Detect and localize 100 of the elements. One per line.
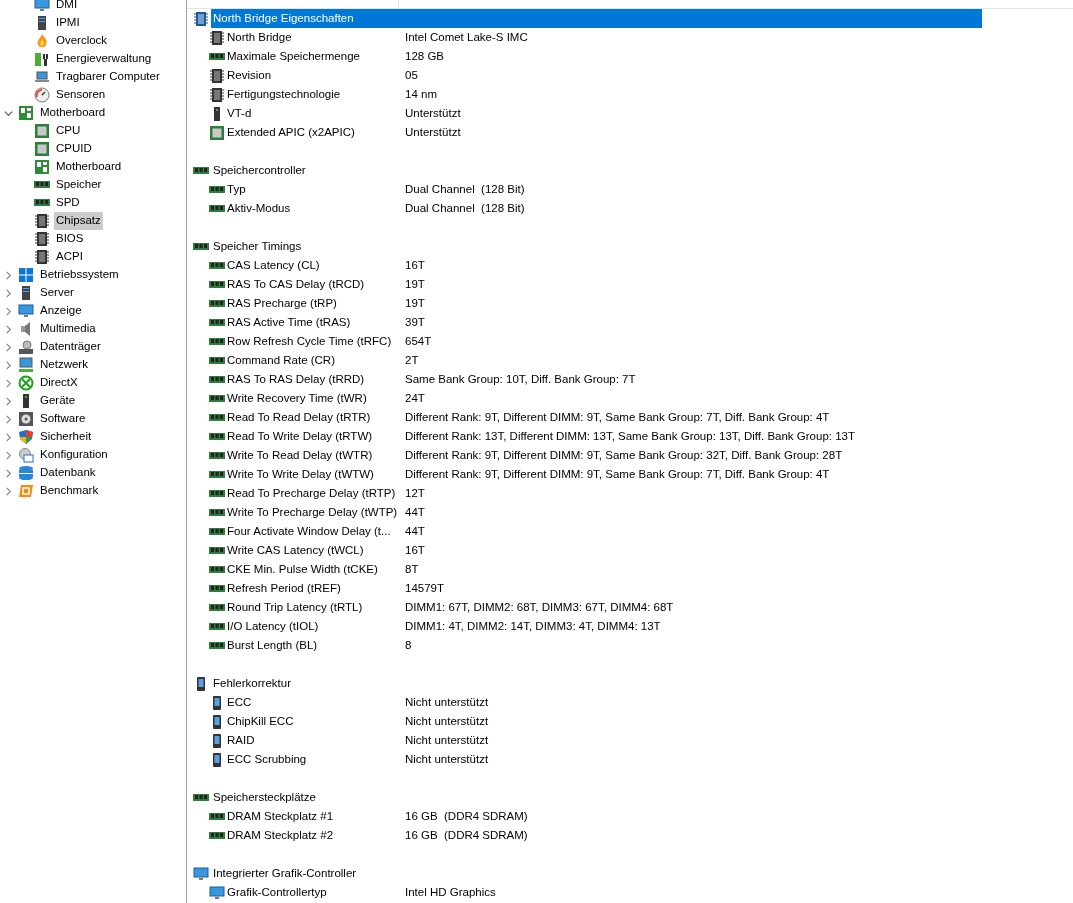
tree-item[interactable]: DMI [54,0,80,14]
property-value: Different Rank: 9T, Different DIMM: 9T, Same Bank Group: 7T, Diff. Bank Group: 4T [405,409,830,425]
expand-chevron-icon[interactable] [4,378,13,388]
section-header[interactable]: Speichersteckplätze [211,788,316,807]
property-name: Revision [227,67,273,83]
processor-icon [34,141,50,157]
property-name: Write To Read Delay (tWTR) [227,447,374,463]
gauge-icon [34,87,50,103]
tree-item[interactable]: Motherboard [38,104,108,122]
property-name: CKE Min. Pulse Width (tCKE) [227,561,379,577]
chip-icon [34,213,50,229]
tree-item[interactable]: Chipsatz [54,212,103,230]
property-value: 654T [405,333,432,349]
property-name: Four Activate Window Delay (t... [227,523,392,539]
property-name: RAID [227,732,256,748]
benchmark-icon [18,483,34,499]
expand-chevron-icon[interactable] [4,432,13,442]
circuit-board-icon [34,159,50,175]
property-name: Write To Write Delay (tWTW) [227,466,375,482]
expand-chevron-icon[interactable] [4,324,13,334]
property-value: 05 [405,67,418,83]
property-name: RAS To CAS Delay (tRCD) [227,276,366,292]
property-name: VT-d [227,105,253,121]
section-header[interactable]: North Bridge Eigenschaften [211,9,982,28]
property-value: Nicht unterstützt [405,694,489,710]
tree-item[interactable]: Anzeige [38,302,84,320]
expand-chevron-icon[interactable] [4,396,13,406]
property-name: Extended APIC (x2APIC) [227,124,356,140]
property-name: I/O Latency (tIOL) [227,618,320,634]
property-value: DIMM1: 4T, DIMM2: 14T, DIMM3: 4T, DIMM4: 13T [405,618,661,634]
property-name: Write To Precharge Delay (tWTP) [227,504,399,520]
property-value: Dual Channel (128 Bit) [405,200,525,216]
expand-chevron-icon[interactable] [4,288,13,298]
tree-item[interactable]: Konfiguration [38,446,110,464]
tree-item[interactable]: Benchmark [38,482,101,500]
tree-item[interactable]: Software [38,410,88,428]
section-header[interactable]: Speicher Timings [211,237,302,256]
tree-item[interactable]: Overclock [54,32,110,50]
database-icon [18,465,34,481]
property-name: Refresh Period (tREF) [227,580,342,596]
section-header[interactable]: Integrierter Grafik-Controller [211,864,357,883]
property-value: 19T [405,295,425,311]
tree-item[interactable]: DirectX [38,374,80,392]
property-value: Unterstützt [405,124,461,140]
property-name: ECC Scrubbing [227,751,308,767]
property-value: Dual Channel (128 Bit) [405,181,525,197]
property-value: 19T [405,276,425,292]
disc-box-icon [18,411,34,427]
expand-chevron-icon[interactable] [4,342,13,352]
monitor-icon [18,303,34,319]
tree-item[interactable]: BIOS [54,230,86,248]
monitor-icon [209,884,225,901]
processor-icon [34,123,50,139]
tree-item[interactable]: Speicher [54,176,104,194]
expand-chevron-icon[interactable] [4,450,13,460]
property-name: Read To Precharge Delay (tRTP) [227,485,397,501]
processor-icon [209,124,225,141]
property-name: DRAM Steckplatz #1 [227,808,335,824]
property-name: DRAM Steckplatz #2 [227,827,335,843]
property-name: Read To Read Delay (tRTR) [227,409,372,425]
collapse-chevron-icon[interactable] [4,108,13,118]
tree-item[interactable]: Betriebssystem [38,266,121,284]
property-name: Row Refresh Cycle Time (tRFC) [227,333,393,349]
tree-item[interactable]: Sensoren [54,86,108,104]
tree-item[interactable]: CPU [54,122,83,140]
tree-item[interactable]: IPMI [54,14,82,32]
expand-chevron-icon[interactable] [4,306,13,316]
expand-chevron-icon[interactable] [4,360,13,370]
tree-item[interactable]: CPUID [54,140,94,158]
tree-item[interactable]: Server [38,284,76,302]
property-name: ECC [227,694,253,710]
tree-item[interactable]: Datenträger [38,338,103,356]
section-header[interactable]: Speichercontroller [211,161,306,180]
property-value: 8T [405,561,419,577]
property-value: Different Rank: 9T, Different DIMM: 9T, Same Bank Group: 7T, Diff. Bank Group: 4T [405,466,830,482]
property-name: North Bridge [227,29,293,45]
tree-item[interactable]: Sicherheit [38,428,94,446]
expand-chevron-icon[interactable] [4,468,13,478]
tree-item[interactable]: SPD [54,194,82,212]
tree-item[interactable]: Tragbarer Computer [54,68,162,86]
property-name: Typ [227,181,247,197]
property-value: 39T [405,314,425,330]
section-header[interactable]: Fehlerkorrektur [211,674,291,693]
property-name: Command Rate (CR) [227,352,336,368]
tree-item[interactable]: Netzwerk [38,356,90,374]
property-value: Same Bank Group: 10T, Diff. Bank Group: 7T [405,371,636,387]
tree-item[interactable]: Datenbank [38,464,98,482]
tree-item[interactable]: Energieverwaltung [54,50,154,68]
property-name: RAS To RAS Delay (tRRD) [227,371,366,387]
property-name: RAS Active Time (tRAS) [227,314,352,330]
expand-chevron-icon[interactable] [4,486,13,496]
laptop-icon [34,69,50,85]
shield-icon [18,429,34,445]
tree-item[interactable]: Motherboard [54,158,124,176]
tree-item[interactable]: ACPI [54,248,85,266]
tree-item[interactable]: Geräte [38,392,78,410]
expand-chevron-icon[interactable] [4,270,13,280]
property-value: Nicht unterstützt [405,713,489,729]
tree-item[interactable]: Multimedia [38,320,98,338]
expand-chevron-icon[interactable] [4,414,13,424]
